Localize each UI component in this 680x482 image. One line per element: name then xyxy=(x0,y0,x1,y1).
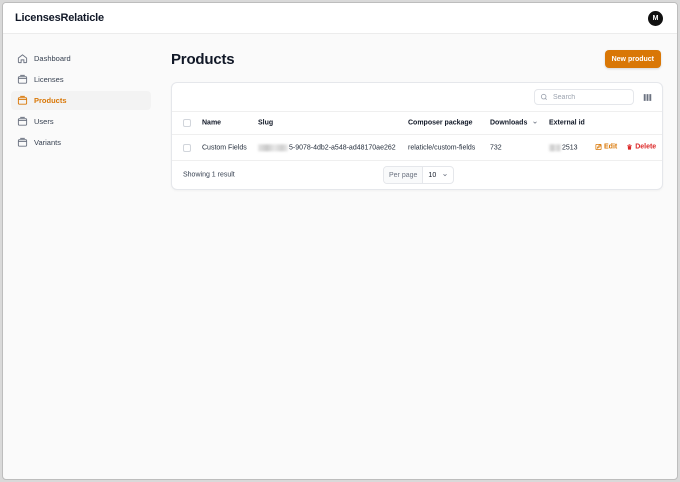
products-table: Name Slug Composer package Downloads Ext… xyxy=(171,82,663,190)
row-composer: relaticle/custom-fields xyxy=(408,144,476,151)
per-page-select[interactable]: Per page 10 xyxy=(383,166,455,184)
table-footer: Showing 1 result Per page 10 xyxy=(172,161,662,189)
sidebar-item-label: Products xyxy=(34,96,67,105)
row-slug-text: 5-9078-4db2-a548-ad48170ae262 xyxy=(289,144,396,152)
column-header-slug[interactable]: Slug xyxy=(258,120,273,127)
row-actions: Edit Delete xyxy=(595,143,656,152)
box-icon xyxy=(16,116,28,128)
per-page-value[interactable]: 10 xyxy=(423,167,453,183)
sidebar-item-label: Variants xyxy=(34,138,61,147)
columns-toggle-icon[interactable] xyxy=(643,93,652,102)
row-checkbox[interactable] xyxy=(183,143,191,152)
sidebar-item-label: Users xyxy=(34,117,54,126)
page-title: Products xyxy=(171,51,235,68)
box-icon xyxy=(16,74,28,86)
box-icon xyxy=(16,137,28,149)
row-downloads: 732 xyxy=(490,144,502,151)
column-header-composer[interactable]: Composer package xyxy=(408,120,473,127)
sidebar-item-licenses[interactable]: Licenses xyxy=(11,70,151,89)
column-header-external-id[interactable]: External id xyxy=(549,120,585,127)
column-header-name[interactable]: Name xyxy=(202,120,221,127)
row-slug: 5-9078-4db2-a548-ad48170ae262 xyxy=(258,143,396,152)
chevron-down-icon xyxy=(443,173,447,177)
sidebar-item-label: Licenses xyxy=(34,75,64,84)
sidebar-item-products[interactable]: Products xyxy=(11,91,151,110)
user-avatar[interactable]: M xyxy=(648,11,663,26)
sidebar-item-variants[interactable]: Variants xyxy=(11,133,151,152)
search-box[interactable] xyxy=(534,89,634,105)
brand-logo[interactable]: LicensesRelaticle xyxy=(15,12,104,24)
sidebar-item-dashboard[interactable]: Dashboard xyxy=(11,49,151,68)
redacted-area xyxy=(549,143,561,151)
edit-button[interactable]: Edit xyxy=(595,143,617,150)
table-header: Name Slug Composer package Downloads Ext… xyxy=(172,112,662,135)
pencil-icon xyxy=(595,143,602,150)
sidebar: Dashboard Licenses Products Users Varian… xyxy=(11,49,151,154)
search-icon xyxy=(540,93,547,100)
trash-icon xyxy=(627,143,633,150)
app-window: LicensesRelaticle M Dashboard Licenses P… xyxy=(2,2,678,480)
box-icon xyxy=(16,95,28,107)
per-page-label: Per page xyxy=(384,167,424,183)
select-all-checkbox[interactable] xyxy=(183,119,191,127)
results-summary: Showing 1 result xyxy=(183,171,235,179)
top-bar: LicensesRelaticle M xyxy=(3,3,677,34)
sidebar-item-users[interactable]: Users xyxy=(11,112,151,131)
edit-label: Edit xyxy=(604,143,618,150)
sidebar-item-label: Dashboard xyxy=(34,54,71,63)
per-page-value-text: 10 xyxy=(428,171,437,179)
new-product-button[interactable]: New product xyxy=(604,50,661,68)
chevron-down-icon xyxy=(533,121,538,124)
row-external-id: 2513 xyxy=(549,143,578,152)
row-external-id-text: 2513 xyxy=(562,144,578,152)
row-name: Custom Fields xyxy=(202,144,247,151)
delete-button[interactable]: Delete xyxy=(626,143,656,150)
column-header-downloads[interactable]: Downloads xyxy=(490,120,538,127)
delete-label: Delete xyxy=(635,143,657,150)
home-icon xyxy=(16,53,28,65)
table-row[interactable]: Custom Fields 5-9078-4db2-a548-ad48170ae… xyxy=(172,135,662,161)
redacted-area xyxy=(258,143,288,151)
search-input[interactable] xyxy=(553,93,623,101)
table-toolbar xyxy=(172,83,662,112)
column-header-label: Downloads xyxy=(490,119,528,127)
